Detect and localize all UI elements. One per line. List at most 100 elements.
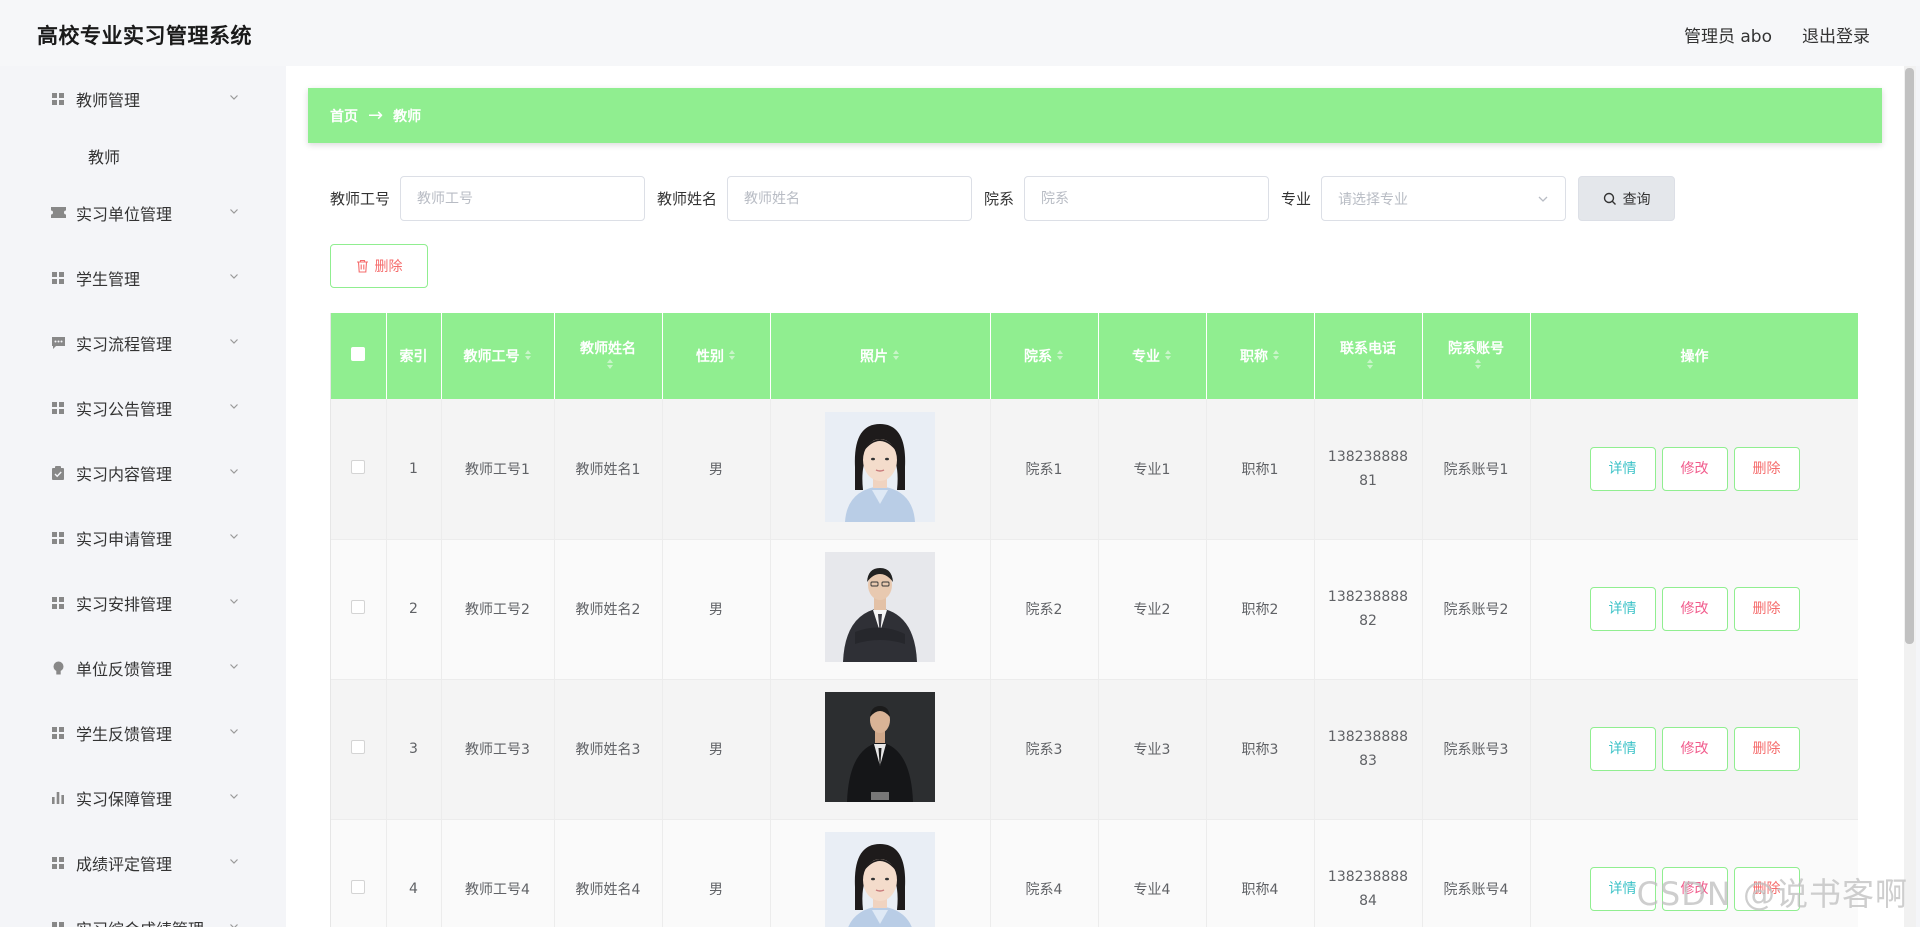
cell-teacher-id: 教师工号1: [441, 399, 555, 540]
column-header-dept[interactable]: 院系: [990, 313, 1099, 399]
sort-icon[interactable]: [1366, 358, 1374, 374]
sidebar-item-label: 成绩评定管理: [76, 854, 173, 874]
teacher-id-label: 教师工号: [330, 190, 391, 208]
column-header-title[interactable]: 职称: [1206, 313, 1315, 399]
cell-dept: 院系1: [990, 399, 1099, 540]
table-row: 4 教师工号4 教师姓名4 男院系4 专业4 职称4 138238888 84 院系账号4 详情修…: [331, 819, 1858, 927]
cell-photo: [770, 819, 991, 927]
row-select-cell: [331, 819, 387, 927]
teacher-photo[interactable]: [825, 832, 935, 927]
sort-icon[interactable]: [1164, 349, 1172, 365]
cell-title: 职称1: [1206, 399, 1315, 540]
breadcrumb-current: 教师: [393, 108, 422, 125]
column-header-teacher-name[interactable]: 教师姓名: [554, 313, 663, 399]
teacher-photo[interactable]: [825, 411, 935, 522]
delete-button[interactable]: 删除: [1733, 727, 1800, 771]
select-all-header: [331, 313, 387, 399]
grid-icon: [50, 920, 66, 927]
sort-icon[interactable]: [606, 358, 614, 374]
major-select[interactable]: 请选择专业: [1321, 176, 1567, 221]
teacher-table: 索引 教师工号 教师姓名 性别 照片 院系 专业 职称 联系电话 院系账号 操作…: [330, 313, 1858, 927]
row-checkbox[interactable]: [351, 740, 366, 754]
sidebar-item[interactable]: 实习内容管理: [20, 440, 260, 505]
detail-button[interactable]: 详情: [1589, 587, 1656, 631]
breadcrumb-arrow-icon: →: [368, 105, 384, 126]
cell-dept: 院系2: [990, 539, 1099, 680]
teacher-photo[interactable]: [825, 692, 935, 802]
edit-button[interactable]: 修改: [1661, 587, 1728, 631]
sidebar-item[interactable]: 实习流程管理: [20, 310, 260, 375]
detail-button[interactable]: 详情: [1589, 727, 1656, 771]
column-header-major[interactable]: 专业: [1098, 313, 1207, 399]
cell-phone: 138238888 84: [1314, 819, 1423, 927]
main-content: 首页 → 教师 教师工号 教师姓名 院系 专业 请选择专业 查询 删除: [286, 66, 1904, 927]
grid-icon: [50, 530, 66, 546]
grid-icon: [50, 270, 66, 286]
teacher-id-input[interactable]: [400, 176, 646, 221]
column-header-teacher-id[interactable]: 教师工号: [441, 313, 555, 399]
submenu-item-teacher[interactable]: 教师: [20, 132, 260, 180]
teacher-photo[interactable]: [825, 552, 935, 662]
query-button[interactable]: 查询: [1578, 176, 1676, 221]
sort-icon[interactable]: [1272, 349, 1280, 365]
sort-icon[interactable]: [892, 349, 900, 365]
sidebar-item[interactable]: 学生反馈管理: [20, 700, 260, 765]
clipboard-icon: [50, 465, 66, 481]
breadcrumb-home[interactable]: 首页: [330, 106, 358, 126]
cell-gender: 男: [662, 539, 771, 680]
sidebar-item[interactable]: 单位反馈管理: [20, 635, 260, 700]
sidebar-item[interactable]: 教师管理: [20, 66, 260, 132]
column-header-index: 索引: [386, 313, 442, 399]
cell-teacher-name: 教师姓名3: [554, 679, 663, 820]
cell-title: 职称4: [1206, 819, 1315, 927]
dept-label: 院系: [984, 190, 1015, 208]
column-header-dept-account[interactable]: 院系账号: [1422, 313, 1531, 399]
grid-icon: [50, 91, 66, 107]
cell-gender: 男: [662, 819, 771, 927]
table-row: 1 教师工号1 教师姓名1 男院系1 专业1 职称1 138238888 81 院系账号1 详情修…: [331, 399, 1858, 540]
row-checkbox[interactable]: [351, 880, 366, 894]
edit-button[interactable]: 修改: [1661, 446, 1728, 491]
cell-photo: [770, 539, 991, 680]
row-select-cell: [331, 539, 387, 680]
sidebar-item[interactable]: 实习保障管理: [20, 765, 260, 830]
sidebar-item[interactable]: 学生管理: [20, 245, 260, 310]
sort-icon[interactable]: [1474, 358, 1482, 374]
sidebar-item[interactable]: 实习安排管理: [20, 570, 260, 635]
cell-phone: 138238888 83: [1314, 679, 1423, 820]
sidebar-item[interactable]: 实习综合成绩管理: [20, 895, 260, 927]
table-row: 3 教师工号3 教师姓名3 男院系3 专业3 职称3 138238888 83 院系账号3 详情修…: [331, 679, 1858, 820]
cell-major: 专业2: [1098, 539, 1207, 680]
edit-button[interactable]: 修改: [1661, 727, 1728, 771]
top-header: 高校专业实习管理系统 管理员 abo 退出登录: [0, 0, 1920, 66]
logout-link[interactable]: 退出登录: [1802, 22, 1870, 47]
sidebar-item[interactable]: 成绩评定管理: [20, 830, 260, 895]
row-checkbox[interactable]: [351, 459, 366, 474]
sidebar-item[interactable]: 实习申请管理: [20, 505, 260, 570]
row-checkbox[interactable]: [351, 600, 366, 614]
bar-chart-icon: [50, 790, 66, 806]
select-all-checkbox[interactable]: [351, 347, 366, 361]
sidebar-item[interactable]: 实习单位管理: [20, 180, 260, 245]
delete-button[interactable]: 删除: [1733, 587, 1800, 631]
page-scrollbar-thumb[interactable]: [1905, 68, 1914, 644]
cell-index: 4: [386, 819, 442, 927]
teacher-name-input[interactable]: [727, 176, 973, 221]
cell-index: 1: [386, 399, 442, 540]
admin-label: 管理员 abo: [1683, 27, 1772, 47]
column-header-gender[interactable]: 性别: [662, 313, 771, 399]
column-header-phone[interactable]: 联系电话: [1314, 313, 1423, 399]
cell-phone: 138238888 82: [1314, 539, 1423, 680]
sidebar-item[interactable]: 实习公告管理: [20, 375, 260, 440]
sort-icon[interactable]: [524, 349, 532, 365]
sort-icon[interactable]: [1056, 349, 1064, 365]
column-header-photo[interactable]: 照片: [770, 313, 991, 399]
cell-major: 专业4: [1098, 819, 1207, 927]
detail-button[interactable]: 详情: [1589, 446, 1656, 491]
sort-icon[interactable]: [728, 349, 736, 365]
dept-input[interactable]: [1024, 176, 1270, 221]
query-button-label: 查询: [1622, 191, 1651, 208]
delete-button[interactable]: 删除: [1733, 446, 1800, 491]
batch-delete-button[interactable]: 删除: [330, 244, 428, 288]
sidebar-item-label: 教师管理: [76, 91, 141, 110]
